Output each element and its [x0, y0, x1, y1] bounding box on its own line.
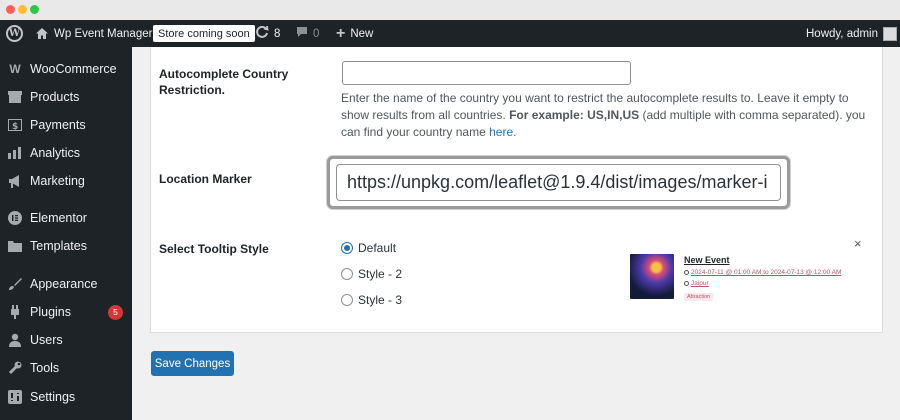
admin-sidebar: W WooCommerce Products $ Payments Analyt… — [0, 47, 132, 420]
plus-icon: + — [336, 24, 346, 42]
sidebar-item-users[interactable]: Users — [0, 327, 132, 353]
event-thumbnail — [630, 254, 674, 299]
event-location: Jaipur — [684, 280, 709, 287]
new-label: New — [350, 27, 374, 40]
comments-count: 0 — [313, 27, 320, 40]
sidebar-item-label: WooCommerce — [30, 62, 117, 76]
radio-label: Default — [358, 241, 397, 255]
autocomplete-country-input[interactable] — [342, 61, 631, 85]
sidebar-item-products[interactable]: Products — [0, 84, 132, 110]
wordpress-logo-button[interactable]: W — [6, 20, 23, 47]
autocomplete-country-label: Autocomplete Country Restriction. — [159, 66, 288, 98]
wordpress-icon: W — [6, 25, 23, 42]
event-location-text: Jaipur — [691, 280, 709, 287]
sidebar-item-label: Templates — [30, 239, 87, 253]
updates-link[interactable]: 8 — [255, 20, 280, 47]
plugin-icon — [7, 304, 23, 320]
close-icon[interactable]: × — [854, 236, 862, 251]
avatar — [883, 26, 898, 41]
event-title[interactable]: New Event — [684, 255, 730, 265]
wrench-icon — [7, 360, 23, 376]
site-name-link[interactable]: Wp Event Manager — [35, 20, 152, 47]
settings-icon — [7, 389, 23, 405]
radio-button[interactable] — [341, 242, 353, 254]
admin-bar: W Wp Event Manager Store coming soon 8 0… — [0, 20, 900, 47]
label-line: Restriction. — [159, 83, 226, 97]
megaphone-icon — [7, 173, 23, 189]
analytics-icon — [7, 145, 23, 161]
sidebar-item-label: Appearance — [30, 277, 98, 291]
sidebar-item-woocommerce[interactable]: W WooCommerce — [0, 56, 132, 82]
brush-icon — [7, 276, 23, 292]
sidebar-item-label: Users — [30, 333, 63, 347]
minimize-window-button[interactable] — [18, 5, 27, 14]
tooltip-preview-card: New Event 2024-07-11 @ 01:00 AM to 2024-… — [630, 252, 860, 302]
maximize-window-button[interactable] — [30, 5, 39, 14]
radio-style-3[interactable]: Style - 3 — [341, 293, 402, 307]
clock-icon — [684, 269, 689, 275]
save-changes-button[interactable]: Save Changes — [151, 351, 234, 376]
comments-link[interactable]: 0 — [296, 20, 319, 47]
tooltip-style-label: Select Tooltip Style — [159, 242, 269, 256]
woo-icon: W — [9, 62, 21, 76]
radio-label: Style - 3 — [358, 293, 403, 307]
event-date: 2024-07-11 @ 01:00 AM to 2024-07-13 @ 12… — [684, 269, 841, 276]
radio-button[interactable] — [341, 268, 353, 280]
close-window-button[interactable] — [6, 5, 15, 14]
home-icon — [35, 27, 49, 40]
desc-example: For example: US,IN,US — [509, 108, 640, 122]
folder-icon — [7, 238, 23, 254]
store-coming-soon-badge[interactable]: Store coming soon — [153, 25, 255, 42]
products-icon — [7, 89, 23, 105]
map-pin-icon — [684, 280, 689, 286]
sidebar-item-label: Payments — [30, 118, 86, 132]
refresh-icon — [255, 25, 269, 42]
user-icon — [7, 332, 23, 348]
location-marker-label: Location Marker — [159, 172, 252, 186]
plugins-update-badge: 5 — [108, 304, 123, 320]
sidebar-item-label: Plugins — [30, 305, 71, 319]
user-account-menu[interactable]: Howdy, admin — [806, 20, 898, 47]
sidebar-item-analytics[interactable]: Analytics — [0, 140, 132, 166]
country-list-link[interactable]: here — [489, 125, 513, 139]
radio-style-2[interactable]: Style - 2 — [341, 267, 402, 281]
location-marker-input[interactable]: https://unpkg.com/leaflet@1.9.4/dist/ima… — [336, 164, 781, 201]
howdy-label: Howdy, admin — [806, 27, 879, 40]
svg-text:$: $ — [12, 122, 18, 131]
sidebar-item-label: Tools — [30, 361, 60, 375]
radio-button[interactable] — [341, 294, 353, 306]
comment-icon — [296, 26, 308, 41]
window-titlebar — [0, 0, 900, 20]
sidebar-item-label: Products — [30, 90, 80, 104]
site-name-label: Wp Event Manager — [54, 27, 153, 40]
updates-count: 8 — [274, 27, 281, 40]
label-line: Autocomplete Country — [159, 67, 289, 81]
sidebar-item-label: Settings — [30, 390, 76, 404]
sidebar-item-marketing[interactable]: Marketing — [0, 168, 132, 194]
sidebar-item-settings[interactable]: Settings — [0, 384, 132, 410]
sidebar-item-label: Elementor — [30, 211, 87, 225]
sidebar-item-label: Analytics — [30, 146, 81, 160]
autocomplete-description: Enter the name of the country you want t… — [341, 91, 866, 139]
radio-default[interactable]: Default — [341, 241, 396, 255]
sidebar-item-payments[interactable]: $ Payments — [0, 112, 132, 138]
radio-label: Style - 2 — [358, 267, 403, 281]
sidebar-item-label: Marketing — [30, 174, 85, 188]
payments-icon: $ — [7, 117, 23, 133]
event-date-text: 2024-07-11 @ 01:00 AM to 2024-07-13 @ 12… — [691, 269, 842, 276]
new-content-link[interactable]: + New — [336, 20, 373, 47]
sidebar-item-plugins[interactable]: Plugins 5 — [0, 299, 132, 325]
sidebar-item-appearance[interactable]: Appearance — [0, 271, 132, 297]
event-tag: Attraction — [684, 293, 714, 301]
elementor-icon — [7, 210, 23, 226]
sidebar-item-templates[interactable]: Templates — [0, 233, 132, 259]
sidebar-item-elementor[interactable]: Elementor — [0, 205, 132, 231]
sidebar-item-tools[interactable]: Tools — [0, 355, 132, 381]
